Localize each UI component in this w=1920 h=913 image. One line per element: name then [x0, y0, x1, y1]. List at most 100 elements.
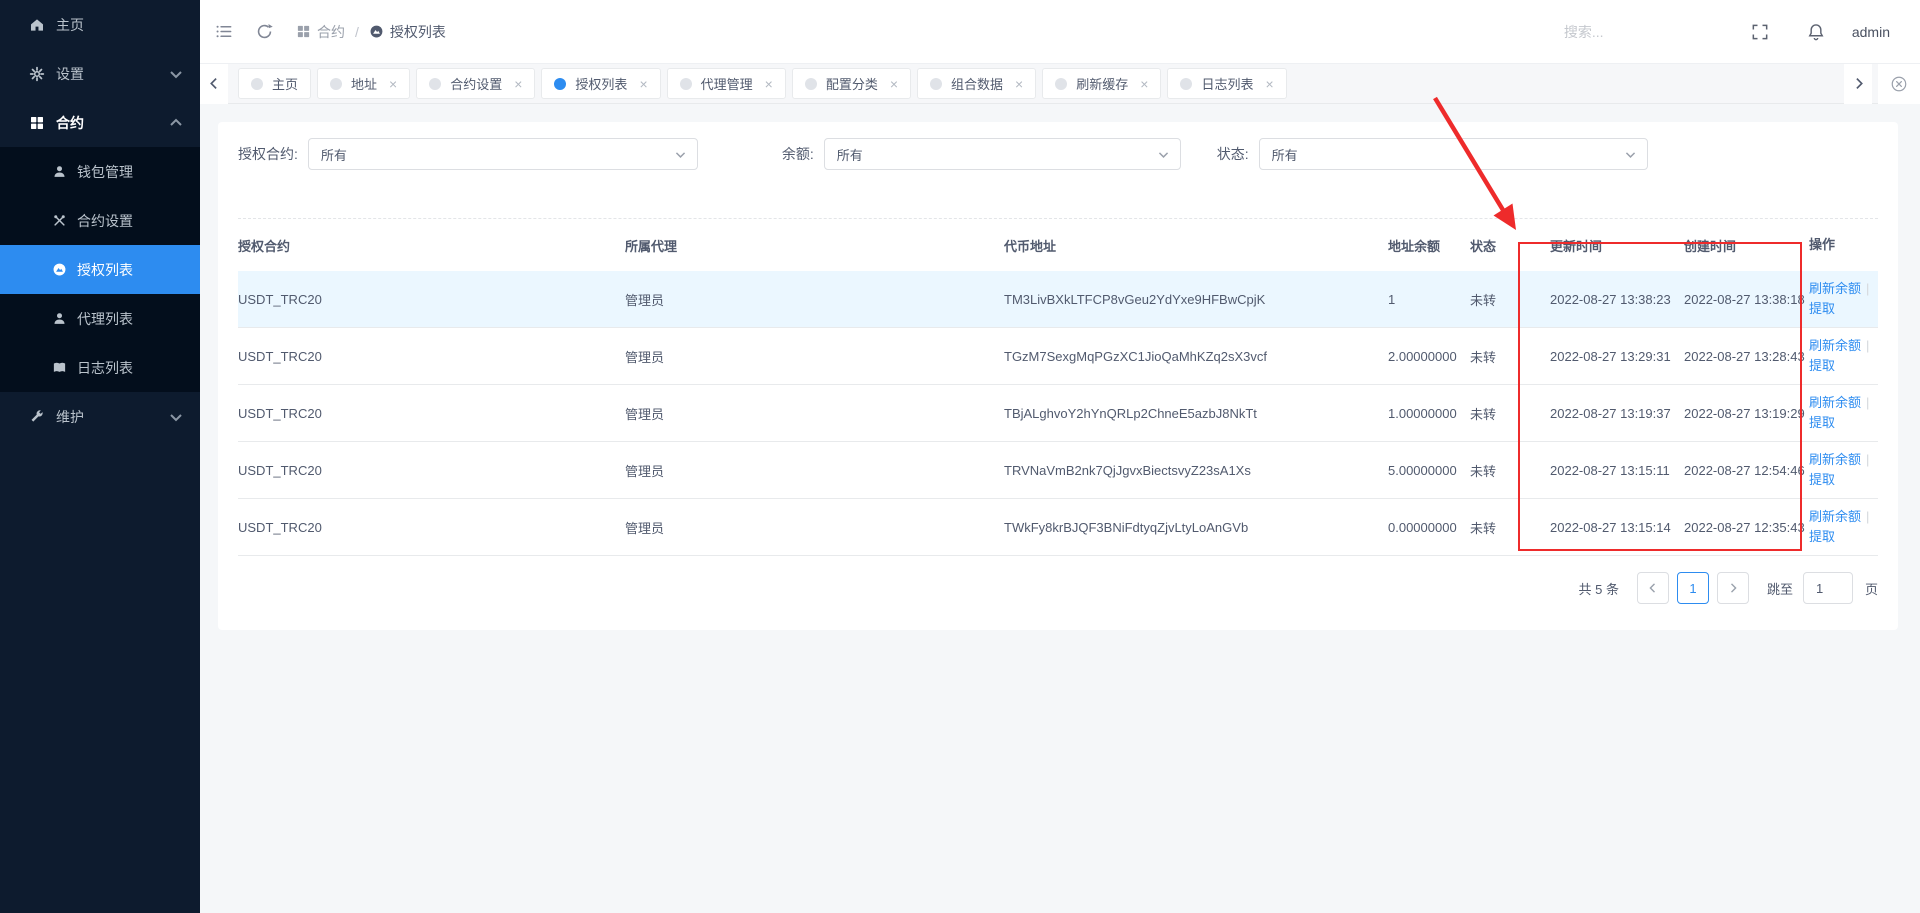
breadcrumb-current: 授权列表 — [369, 22, 446, 42]
cell-updated: 2022-08-27 13:15:11 — [1550, 463, 1684, 478]
tabs-list: 主页 地址× 合约设置× 授权列表× 代理管理× 配置分类× 组合数据× 刷新缓… — [228, 68, 1844, 99]
authorization-list-card: 授权合约: 所有 余额: 所有 状态: 所有 — [218, 122, 1898, 630]
cell-balance: 1 — [1388, 292, 1470, 307]
tab-config-category[interactable]: 配置分类× — [792, 68, 911, 99]
breadcrumb-section[interactable]: 合约 — [296, 22, 345, 42]
cell-address: TWkFy8krBJQF3BNiFdtyqZjvLtyLoAnGVb — [1004, 520, 1388, 535]
sidebar-item-maintenance[interactable]: 维护 — [0, 392, 200, 441]
tabs-scroll-left-button[interactable] — [200, 64, 228, 104]
tab-home[interactable]: 主页 — [238, 68, 311, 99]
cell-action: 刷新余额 | 提取 — [1809, 336, 1878, 376]
pagination-page-1-button[interactable]: 1 — [1677, 572, 1709, 604]
close-icon[interactable]: × — [765, 77, 773, 91]
column-header-agent: 所属代理 — [625, 236, 1004, 255]
refresh-balance-link[interactable]: 刷新余额 — [1809, 509, 1861, 524]
withdraw-link[interactable]: 提取 — [1809, 358, 1835, 373]
withdraw-link[interactable]: 提取 — [1809, 415, 1835, 430]
cell-agent: 管理员 — [625, 290, 1004, 309]
sidebar-item-settings[interactable]: 设置 — [0, 49, 200, 98]
bell-icon — [1806, 22, 1826, 42]
refresh-balance-link[interactable]: 刷新余额 — [1809, 452, 1861, 467]
table-row[interactable]: USDT_TRC20 管理员 TRVNaVmB2nk7QjJgvxBiectsv… — [238, 442, 1878, 499]
close-icon[interactable]: × — [1015, 77, 1023, 91]
tabs-scroll-right-button[interactable] — [1844, 64, 1872, 104]
cell-created: 2022-08-27 13:28:43 — [1684, 349, 1809, 364]
user-menu[interactable]: admin — [1852, 24, 1890, 40]
sidebar-item-home[interactable]: 主页 — [0, 0, 200, 49]
contract-filter-select[interactable]: 所有 — [308, 138, 698, 170]
sidebar-item-authorization-list[interactable]: 授权列表 — [0, 245, 200, 294]
column-header-balance: 地址余额 — [1388, 236, 1470, 255]
filter-label-contract: 授权合约: — [238, 144, 298, 164]
action-separator: | — [1866, 338, 1869, 353]
balance-filter-select[interactable]: 所有 — [824, 138, 1181, 170]
cell-updated: 2022-08-27 13:38:23 — [1550, 292, 1684, 307]
tab-agent-management[interactable]: 代理管理× — [667, 68, 786, 99]
chevron-left-icon — [208, 77, 221, 90]
cell-balance: 0.00000000 — [1388, 520, 1470, 535]
pagination-unit-label: 页 — [1865, 579, 1878, 598]
cell-address: TBjALghvoY2hYnQRLp2ChneE5azbJ8NkTt — [1004, 406, 1388, 421]
table-row[interactable]: USDT_TRC20 管理员 TBjALghvoY2hYnQRLp2ChneE5… — [238, 385, 1878, 442]
pagination-total: 共 5 条 — [1579, 579, 1619, 598]
withdraw-link[interactable]: 提取 — [1809, 529, 1835, 544]
table-row[interactable]: USDT_TRC20 管理员 TWkFy8krBJQF3BNiFdtyqZjvL… — [238, 499, 1878, 556]
chevron-down-icon — [1157, 148, 1170, 161]
close-all-tabs-button[interactable] — [1878, 64, 1920, 104]
sidebar-item-contract[interactable]: 合约 — [0, 98, 200, 147]
close-icon[interactable]: × — [639, 77, 647, 91]
sidebar-item-agent-list[interactable]: 代理列表 — [0, 294, 200, 343]
tab-log-list[interactable]: 日志列表× — [1167, 68, 1286, 99]
search-input[interactable] — [1564, 24, 1714, 40]
pagination-jump-input[interactable] — [1803, 572, 1853, 604]
tab-dot — [554, 78, 566, 90]
column-header-created: 创建时间 — [1684, 236, 1809, 255]
withdraw-link[interactable]: 提取 — [1809, 301, 1835, 316]
user-icon — [52, 164, 67, 179]
sidebar-item-log-list[interactable]: 日志列表 — [0, 343, 200, 392]
grid-icon — [296, 24, 311, 39]
grid-icon — [29, 115, 45, 131]
cell-created: 2022-08-27 13:38:18 — [1684, 292, 1809, 307]
tab-contract-settings[interactable]: 合约设置× — [416, 68, 535, 99]
tab-authorization-list[interactable]: 授权列表× — [541, 68, 660, 99]
collapse-menu-button[interactable] — [214, 22, 233, 41]
refresh-balance-link[interactable]: 刷新余额 — [1809, 395, 1861, 410]
column-header-updated: 更新时间 — [1550, 236, 1684, 255]
cell-created: 2022-08-27 13:19:29 — [1684, 406, 1809, 421]
badge-icon — [52, 262, 67, 277]
table-row[interactable]: USDT_TRC20 管理员 TGzM7SexgMqPGzXC1JioQaMhK… — [238, 328, 1878, 385]
breadcrumb-separator: / — [355, 24, 359, 40]
wrench-icon — [29, 409, 45, 425]
close-icon[interactable]: × — [514, 77, 522, 91]
close-icon[interactable]: × — [389, 77, 397, 91]
refresh-button[interactable] — [255, 22, 274, 41]
cell-created: 2022-08-27 12:54:46 — [1684, 463, 1809, 478]
fullscreen-button[interactable] — [1750, 22, 1770, 42]
close-icon[interactable]: × — [890, 77, 898, 91]
pagination-next-button[interactable] — [1717, 572, 1749, 604]
cell-agent: 管理员 — [625, 518, 1004, 537]
sidebar-item-wallet-management[interactable]: 钱包管理 — [0, 147, 200, 196]
cell-created: 2022-08-27 12:35:43 — [1684, 520, 1809, 535]
chevron-down-icon — [1624, 148, 1637, 161]
tab-refresh-cache[interactable]: 刷新缓存× — [1042, 68, 1161, 99]
tab-combined-data[interactable]: 组合数据× — [917, 68, 1036, 99]
notifications-button[interactable] — [1806, 22, 1826, 42]
tab-address[interactable]: 地址× — [317, 68, 410, 99]
refresh-balance-link[interactable]: 刷新余额 — [1809, 338, 1861, 353]
pagination-prev-button[interactable] — [1637, 572, 1669, 604]
close-icon[interactable]: × — [1140, 77, 1148, 91]
tools-icon — [52, 213, 67, 228]
table-row[interactable]: USDT_TRC20 管理员 TM3LivBXkLTFCP8vGeu2YdYxe… — [238, 271, 1878, 328]
close-icon[interactable]: × — [1265, 77, 1273, 91]
refresh-balance-link[interactable]: 刷新余额 — [1809, 281, 1861, 296]
tab-dot — [680, 78, 692, 90]
cell-status: 未转 — [1470, 290, 1550, 309]
withdraw-link[interactable]: 提取 — [1809, 472, 1835, 487]
sidebar-item-contract-settings[interactable]: 合约设置 — [0, 196, 200, 245]
cell-status: 未转 — [1470, 404, 1550, 423]
status-filter-select[interactable]: 所有 — [1259, 138, 1648, 170]
action-separator: | — [1866, 509, 1869, 524]
topbar-right: admin — [1564, 22, 1890, 42]
